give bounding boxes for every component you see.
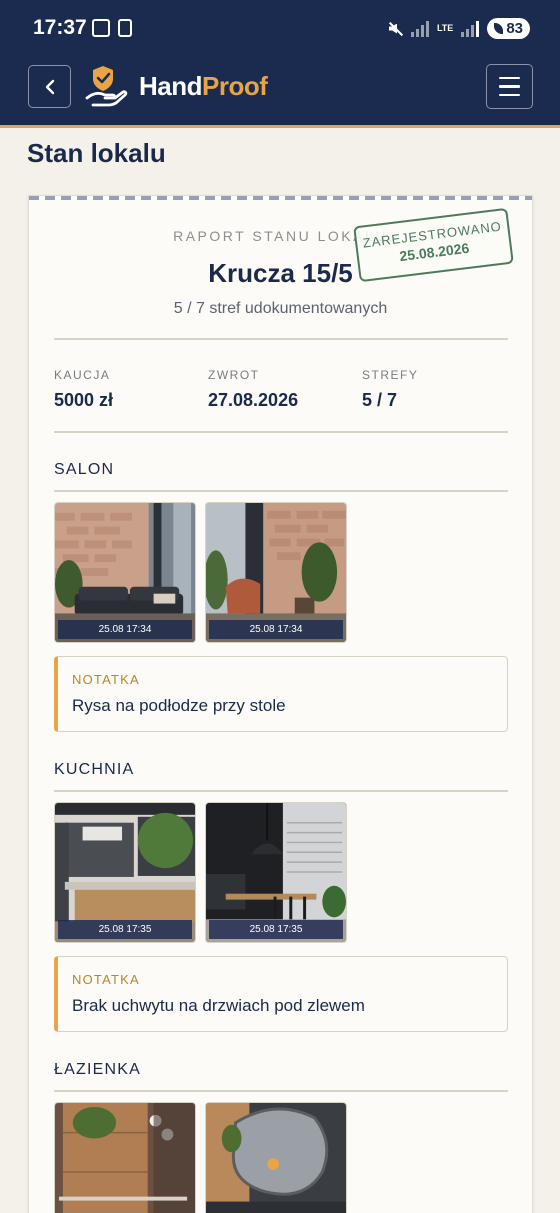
leaf-icon: [494, 23, 504, 34]
screenshot-icon: [92, 19, 110, 37]
section-title-kuchnia: KUCHNIA: [54, 761, 135, 778]
stat-label: STREFY: [362, 368, 419, 382]
divider: [54, 490, 508, 492]
note-text: Rysa na podłodze przy stole: [72, 696, 286, 715]
stat-zones: STREFY 5 / 7: [362, 368, 418, 411]
brand-name-first: Hand: [139, 71, 203, 101]
stat-label: ZWROT: [208, 368, 260, 382]
divider: [54, 1090, 508, 1092]
menu-button[interactable]: [486, 64, 533, 109]
app-header: HandProof: [0, 58, 560, 128]
signal-icon: [410, 20, 429, 37]
perforated-edge: [29, 196, 532, 200]
stat-deposit: KAUCJA 5000 zł: [54, 368, 113, 411]
status-bar: 17:37 LTE 83: [0, 0, 560, 58]
photo-timestamp: 25.08 17:35: [209, 920, 343, 939]
zones-summary: 5 / 7 stref udokumentowanych: [173, 300, 388, 317]
photo-timestamp: 25.08 17:34: [58, 620, 192, 639]
brand-name-second: Proof: [202, 71, 268, 101]
divider: [54, 790, 508, 792]
photo-bathroom-mirror: [206, 1103, 346, 1213]
section-title-lazienka: ŁAZIENKA: [54, 1061, 141, 1078]
status-time: 17:37: [33, 16, 87, 39]
photo-bathroom-wood: [55, 1103, 195, 1213]
hamburger-icon-line: [499, 76, 520, 80]
network-type: LTE: [436, 23, 454, 33]
note-label: NOTATKA: [72, 972, 140, 987]
note-text: Brak uchwytu na drzwiach pod zlewem: [72, 996, 365, 1015]
photo-timestamp: 25.08 17:34: [209, 620, 343, 639]
stat-label: KAUCJA: [54, 368, 111, 382]
handproof-logo-icon: [85, 66, 128, 107]
back-button[interactable]: [28, 65, 71, 108]
chevron-left-icon: [45, 79, 54, 94]
mute-icon: [387, 21, 403, 37]
report-card: RAPORT STANU LOKALU Krucza 15/5 5 / 7 st…: [28, 195, 533, 1213]
photo-thumbnail[interactable]: [205, 1102, 347, 1213]
sim-icon: [118, 19, 132, 37]
photo-timestamp: 25.08 17:35: [58, 920, 192, 939]
stat-return: ZWROT 27.08.2026: [208, 368, 298, 411]
battery-level: 83: [506, 20, 523, 37]
signal-icon-2: [461, 20, 480, 37]
photo-thumbnail[interactable]: 25.08 17:34: [205, 502, 347, 643]
battery-indicator: 83: [487, 18, 530, 39]
page-title: Stan lokalu: [27, 138, 166, 168]
note-label: NOTATKA: [72, 672, 140, 687]
photo-thumbnail[interactable]: 25.08 17:34: [54, 502, 196, 643]
section-title-salon: SALON: [54, 461, 115, 478]
divider: [54, 338, 508, 340]
note-card: NOTATKA Rysa na podłodze przy stole: [54, 656, 508, 732]
divider: [54, 431, 508, 433]
photo-thumbnail[interactable]: 25.08 17:35: [205, 802, 347, 943]
note-card: NOTATKA Brak uchwytu na drzwiach pod zle…: [54, 956, 508, 1032]
stat-value: 5000 zł: [54, 390, 114, 410]
brand-name: HandProof: [139, 71, 268, 102]
stat-value: 5 / 7: [362, 390, 398, 410]
stat-value: 27.08.2026: [208, 390, 299, 410]
photo-thumbnail[interactable]: 25.08 17:35: [54, 802, 196, 943]
photo-thumbnail[interactable]: [54, 1102, 196, 1213]
